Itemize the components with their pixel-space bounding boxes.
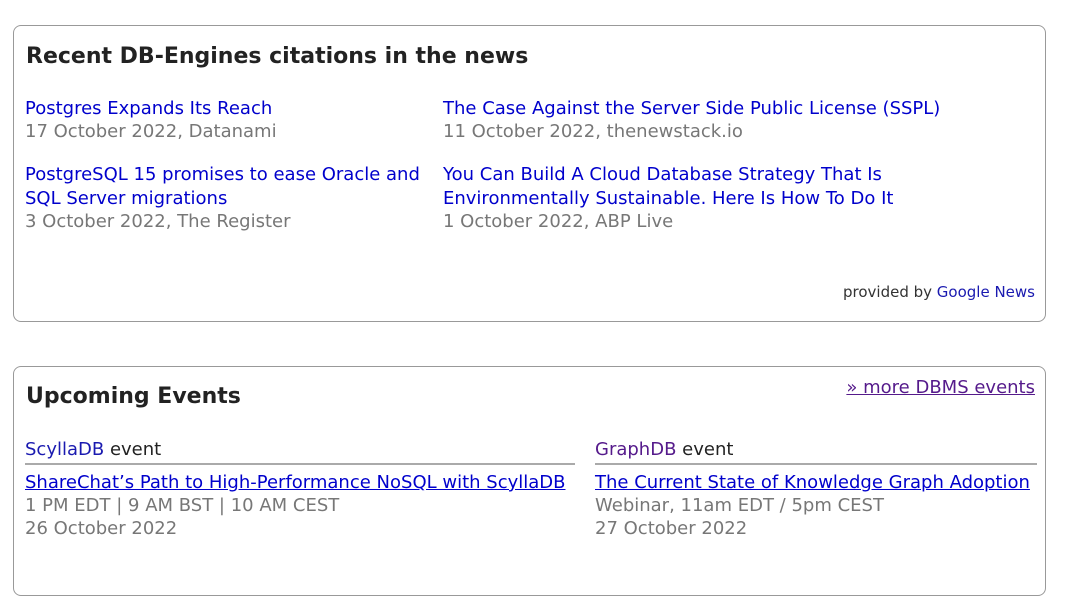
event-word: event bbox=[682, 439, 734, 460]
event-org-link[interactable]: ScyllaDB bbox=[25, 439, 104, 460]
news-meta: 1 October 2022, ABP Live bbox=[443, 211, 674, 232]
news-panel-title: Recent DB-Engines citations in the news bbox=[26, 44, 529, 69]
event-title-link[interactable]: The Current State of Knowledge Graph Ado… bbox=[595, 471, 1037, 494]
events-panel: Upcoming Events » more DBMS events Scyll… bbox=[13, 366, 1046, 596]
event-time: Webinar, 11am EDT / 5pm CEST bbox=[595, 495, 884, 516]
event-org-link[interactable]: GraphDB bbox=[595, 439, 676, 460]
provided-by-label: provided by bbox=[842, 283, 933, 301]
event-card: GraphDB event The Current State of Knowl… bbox=[595, 439, 1037, 540]
event-word: event bbox=[109, 439, 162, 460]
news-headline-link[interactable]: Postgres Expands Its Reach bbox=[25, 97, 425, 121]
event-time: 1 PM EDT | 9 AM BST | 10 AM CEST bbox=[25, 495, 340, 516]
news-item: You Can Build A Cloud Database Strategy … bbox=[443, 163, 953, 233]
news-item: PostgreSQL 15 promises to ease Oracle an… bbox=[25, 163, 420, 233]
news-meta: 17 October 2022, Datanami bbox=[25, 121, 277, 142]
events-panel-title: Upcoming Events bbox=[26, 384, 241, 409]
news-item: The Case Against the Server Side Public … bbox=[443, 97, 1023, 143]
event-card: ScyllaDB event ShareChat’s Path to High-… bbox=[25, 439, 575, 540]
news-meta: 3 October 2022, The Register bbox=[25, 211, 291, 232]
event-header: GraphDB event bbox=[595, 439, 1037, 465]
news-meta: 11 October 2022, thenewstack.io bbox=[443, 121, 743, 142]
news-panel: Recent DB-Engines citations in the news … bbox=[13, 25, 1046, 322]
event-date: 26 October 2022 bbox=[25, 518, 178, 539]
event-header: ScyllaDB event bbox=[25, 439, 575, 465]
news-headline-link[interactable]: The Case Against the Server Side Public … bbox=[443, 97, 1023, 121]
more-dbms-events-link[interactable]: » more DBMS events bbox=[846, 377, 1035, 398]
news-headline-link[interactable]: You Can Build A Cloud Database Strategy … bbox=[443, 163, 953, 211]
provided-by: provided by Google News bbox=[843, 283, 1035, 301]
event-title-link[interactable]: ShareChat’s Path to High-Performance NoS… bbox=[25, 471, 575, 494]
google-news-link[interactable]: Google News bbox=[937, 283, 1035, 301]
news-headline-link[interactable]: PostgreSQL 15 promises to ease Oracle an… bbox=[25, 163, 420, 211]
news-item: Postgres Expands Its Reach 17 October 20… bbox=[25, 97, 425, 143]
event-date: 27 October 2022 bbox=[595, 518, 748, 539]
